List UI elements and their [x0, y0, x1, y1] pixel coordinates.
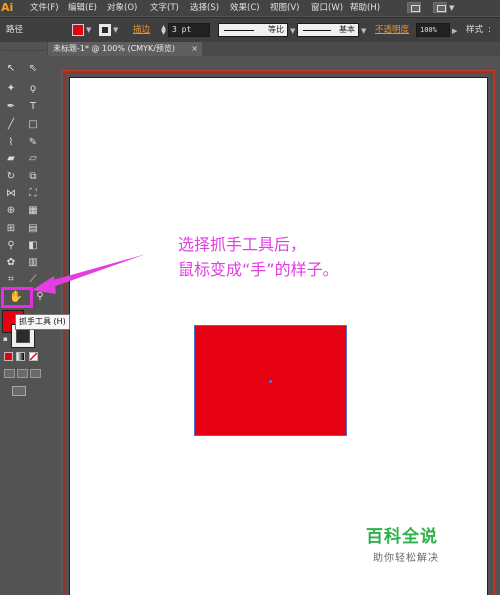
hand-icon: ✋	[9, 290, 23, 303]
watermark-title: 百科全说	[366, 527, 438, 547]
profile-line-preview	[224, 30, 254, 31]
annotation-line-1: 选择抓手工具后，	[178, 235, 307, 254]
stroke-inner	[17, 330, 29, 342]
annotation-arrow	[32, 254, 146, 294]
menu-edit[interactable]: 编辑(E)	[68, 0, 97, 16]
menu-effect[interactable]: 效果(C)	[230, 0, 260, 16]
shape-center-point	[269, 380, 272, 383]
rotate-icon[interactable]: ↻	[2, 170, 20, 184]
menu-view[interactable]: 视图(V)	[270, 0, 299, 16]
opacity-field[interactable]: 100%	[416, 23, 450, 37]
magic-wand-icon[interactable]: ✦	[2, 82, 20, 96]
arrange-dropdown-icon[interactable]: ▼	[449, 0, 454, 16]
document-tab-bar: 未标题-1* @ 100% (CMYK/预览) ×	[47, 42, 500, 56]
bridge-icon	[411, 5, 420, 12]
close-tab-icon[interactable]: ×	[191, 42, 198, 56]
fill-dropdown-icon[interactable]: ▼	[86, 24, 91, 36]
perspective-grid-icon[interactable]: ▦	[24, 204, 42, 218]
menu-file[interactable]: 文件(F)	[30, 0, 59, 16]
annotation-line-2: 鼠标变成“手”的样子。	[178, 260, 339, 279]
eraser-icon[interactable]: ▱	[24, 152, 42, 166]
lasso-icon[interactable]: ϙ	[24, 82, 42, 96]
app-logo: Ai	[1, 1, 14, 14]
draw-inside-icon[interactable]	[30, 369, 41, 378]
document-tab[interactable]: 未标题-1* @ 100% (CMYK/预览) ×	[48, 42, 202, 56]
gradient-icon[interactable]: ▤	[24, 222, 42, 236]
paintbrush-icon[interactable]: ⌇	[2, 136, 20, 150]
document-tab-title: 未标题-1* @ 100% (CMYK/预览)	[53, 44, 176, 53]
control-bar: 路径 ▼ ▼ 描边 ▲ ▼ 3 pt 等比 ▼ 基本 ▼ 不透明度 100% ▶ …	[0, 17, 500, 44]
arrange-documents-icon	[437, 5, 446, 12]
color-mode-icon[interactable]	[4, 352, 13, 361]
menu-select[interactable]: 选择(S)	[190, 0, 219, 16]
eyedropper-icon[interactable]: ⚲	[2, 239, 20, 253]
variable-width-profile-select[interactable]: 等比	[218, 23, 288, 37]
shape-builder-icon[interactable]: ⊕	[2, 204, 20, 218]
opacity-dropdown-icon[interactable]: ▶	[452, 25, 457, 37]
hand-tool-tooltip: 抓手工具 (H)	[15, 314, 70, 330]
menu-type[interactable]: 文字(T)	[150, 0, 179, 16]
menu-object[interactable]: 对象(O)	[107, 0, 137, 16]
stroke-weight-field[interactable]: 3 pt	[168, 23, 210, 37]
blob-brush-icon[interactable]: ▰	[2, 152, 20, 166]
stroke-color-swatch[interactable]	[99, 24, 111, 36]
none-mode-icon[interactable]	[29, 352, 38, 361]
stroke-weight-stepper[interactable]: ▲ ▼	[160, 25, 167, 36]
style-label: 样式	[466, 25, 484, 35]
style-colon: :	[488, 25, 491, 35]
artboard-icon[interactable]: ⌗	[2, 273, 20, 287]
stroke-panel-link[interactable]: 描边	[133, 18, 150, 43]
line-segment-icon[interactable]: ╱	[2, 118, 20, 132]
type-icon[interactable]: T	[24, 100, 42, 114]
width-icon[interactable]: ⋈	[2, 187, 20, 201]
brush-line-preview	[303, 30, 331, 31]
free-transform-icon[interactable]: ⛶	[24, 187, 42, 201]
object-type-label: 路径	[6, 25, 24, 35]
symbol-sprayer-icon[interactable]: ✿	[2, 256, 20, 270]
profile-label: 等比	[268, 25, 284, 34]
red-rectangle-shape[interactable]	[194, 325, 347, 436]
default-fill-stroke-icon[interactable]: ▪	[3, 335, 8, 343]
menu-help[interactable]: 帮助(H)	[350, 0, 380, 16]
gradient-mode-icon[interactable]	[16, 352, 25, 361]
draw-normal-icon[interactable]	[4, 369, 15, 378]
menu-bar: Ai 文件(F) 编辑(E) 对象(O) 文字(T) 选择(S) 效果(C) 视…	[0, 0, 500, 16]
bridge-button[interactable]	[407, 2, 421, 13]
profile-dropdown-icon[interactable]: ▼	[290, 25, 295, 37]
mesh-icon[interactable]: ⊞	[2, 222, 20, 236]
change-screen-mode-icon[interactable]	[12, 386, 26, 396]
selection-arrow-icon[interactable]: ↖	[2, 62, 20, 76]
brush-label: 基本	[339, 25, 355, 34]
pen-icon[interactable]: ✒	[2, 100, 20, 114]
tools-panel-grip[interactable]	[2, 44, 45, 51]
watermark-subtitle: 助你轻松解决	[373, 553, 439, 564]
menu-window[interactable]: 窗口(W)	[311, 0, 343, 16]
rectangle-icon[interactable]: □	[24, 118, 42, 132]
direct-selection-arrow-icon[interactable]: ⇖	[24, 62, 42, 76]
fill-color-swatch[interactable]	[72, 24, 84, 36]
scale-icon[interactable]: ⧉	[24, 170, 42, 184]
arrange-documents-button[interactable]	[433, 2, 447, 13]
opacity-panel-link[interactable]: 不透明度	[375, 18, 409, 43]
stroke-dropdown-icon[interactable]: ▼	[113, 24, 118, 36]
brush-definition-select[interactable]: 基本	[297, 23, 359, 37]
draw-behind-icon[interactable]	[17, 369, 28, 378]
brush-dropdown-icon[interactable]: ▼	[361, 25, 366, 37]
pencil-icon[interactable]: ✎	[24, 136, 42, 150]
